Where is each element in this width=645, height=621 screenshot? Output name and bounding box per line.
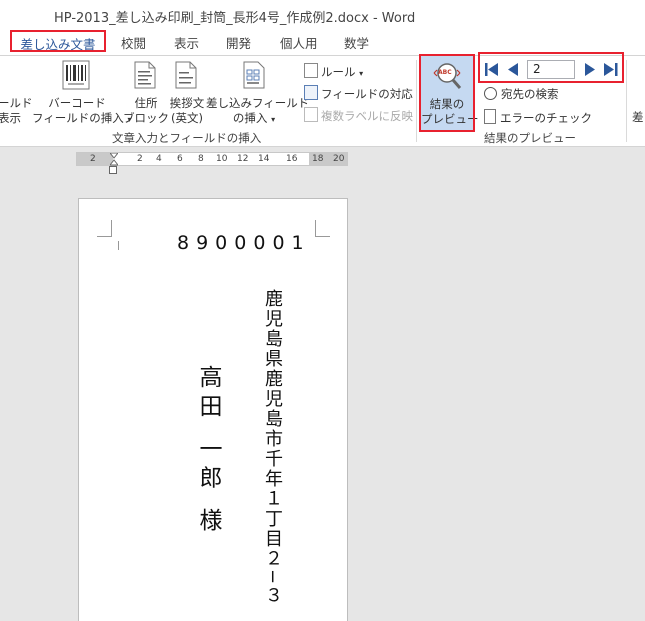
previous-record-icon[interactable] — [508, 63, 518, 76]
ruler-number: 6 — [177, 154, 183, 164]
merge-field-label-2-row: の挿入 ▾ — [206, 111, 302, 127]
highlight-fields-label-2: 表示 — [0, 111, 21, 125]
highlight-fields-button[interactable]: ールド 表示 — [0, 96, 33, 126]
group-label-write-insert: 文章入力とフィールドの挿入 — [112, 131, 262, 145]
address-label-1: 住所 — [134, 96, 158, 110]
greeting-label-1: 挨拶文 — [169, 96, 205, 110]
recipient-address: 鹿児島県鹿児島市千年１丁目２−３ — [262, 289, 283, 607]
next-record-icon[interactable] — [585, 63, 595, 76]
horizontal-ruler[interactable]: 2 2 4 6 8 10 12 14 16 18 20 — [76, 152, 348, 166]
greeting-line-button[interactable]: 挨拶文 (英文) — [166, 96, 208, 126]
merge-field-dropdown-icon: ▾ — [271, 115, 276, 124]
ribbon-tab-bar: 差し込み文書 校閲 表示 開発 個人用 数学 — [0, 28, 645, 55]
ruler-number: 10 — [216, 154, 228, 164]
ribbon-panel: ールド 表示 バーコード フィールドの挿入 ▾ 住所 ブロック 挨拶文 (英文)… — [0, 52, 645, 147]
find-recipient-label: 宛先の検索 — [501, 87, 559, 101]
highlight-fields-label-1: ールド — [0, 96, 33, 110]
window-title: HP-2013_差し込み印刷_封筒_長形4号_作成例2.docx - Word — [54, 11, 416, 26]
first-record-icon[interactable] — [485, 63, 499, 76]
barcode-label-2-row: フィールドの挿入 ▾ — [32, 111, 131, 127]
update-labels-button[interactable]: 複数ラベルに反映 — [304, 107, 413, 124]
record-number-input[interactable]: 2 — [527, 60, 575, 79]
merge-field-icon — [243, 61, 265, 89]
check-errors-label: エラーのチェック — [500, 111, 592, 125]
tab-personal[interactable]: 個人用 — [280, 33, 318, 52]
match-fields-icon — [304, 85, 318, 100]
barcode-label-2: フィールドの挿入 — [32, 111, 124, 125]
address-block-icon — [134, 61, 156, 89]
ruler-left-indent-icon[interactable] — [109, 166, 117, 174]
find-recipient-icon — [484, 87, 497, 100]
ruler-number: 8 — [198, 154, 204, 164]
merge-field-label-1: 差し込みフィールド — [206, 96, 310, 110]
tab-view[interactable]: 表示 — [174, 33, 199, 52]
barcode-icon — [62, 60, 90, 90]
greeting-label-2: (英文) — [171, 111, 203, 125]
ruler-number: 2 — [90, 154, 96, 164]
group-label-preview: 結果のプレビュー — [484, 131, 576, 145]
crop-mark-top-right — [315, 220, 330, 237]
title-bar: HP-2013_差し込み印刷_封筒_長形4号_作成例2.docx - Word — [0, 0, 645, 28]
insert-merge-field-button[interactable]: 差し込みフィールド の挿入 ▾ — [206, 96, 310, 127]
paragraph-mark: | — [117, 241, 121, 251]
group-separator — [416, 60, 417, 142]
ruler-number: 16 — [286, 154, 298, 164]
ruler-number: 14 — [258, 154, 270, 164]
rules-dropdown-icon: ▾ — [359, 69, 364, 78]
group-separator — [626, 60, 627, 142]
rules-button[interactable]: ルール ▾ — [304, 63, 363, 80]
ruler-indent-marker[interactable] — [110, 153, 118, 166]
barcode-label-1: バーコード — [48, 96, 106, 110]
find-recipient-button[interactable]: 宛先の検索 — [484, 86, 559, 102]
rules-icon — [304, 63, 318, 78]
envelope-page[interactable]: | 8900001 鹿児島県鹿児島市千年１丁目２−３ 高田 一郎 様 — [78, 198, 348, 621]
recipient-name: 高田 一郎 様 — [195, 365, 221, 537]
check-errors-button[interactable]: エラーのチェック — [484, 109, 592, 126]
last-record-icon[interactable] — [604, 63, 618, 76]
address-label-2: ブロック — [123, 111, 169, 125]
preview-highlight-box — [419, 54, 475, 132]
update-labels-label: 複数ラベルに反映 — [321, 109, 413, 123]
address-block-button[interactable]: 住所 ブロック — [123, 96, 169, 126]
postal-code: 8900001 — [177, 232, 311, 254]
ruler-number: 20 — [333, 154, 345, 164]
tab-math[interactable]: 数学 — [344, 33, 369, 52]
tab-mailings-label: 差し込み文書 — [20, 37, 96, 52]
match-fields-label: フィールドの対応 — [321, 87, 413, 101]
ruler-number: 2 — [137, 154, 143, 164]
tab-mailings[interactable]: 差し込み文書 — [10, 30, 106, 52]
update-labels-icon — [304, 107, 318, 122]
ruler-number: 4 — [156, 154, 162, 164]
ruler-number: 12 — [237, 154, 249, 164]
tab-review[interactable]: 校閲 — [121, 33, 146, 52]
merge-field-label-2: の挿入 — [232, 111, 268, 125]
match-fields-button[interactable]: フィールドの対応 — [304, 85, 413, 102]
rules-label: ルール — [321, 65, 356, 79]
finish-button-cutoff[interactable]: 差 — [632, 110, 644, 125]
crop-mark-top-left — [97, 220, 112, 237]
check-errors-icon — [484, 109, 496, 124]
tab-developer[interactable]: 開発 — [226, 33, 251, 52]
greeting-line-icon — [175, 61, 197, 89]
ruler-number: 18 — [312, 154, 324, 164]
barcode-field-button[interactable]: バーコード フィールドの挿入 ▾ — [32, 96, 131, 127]
